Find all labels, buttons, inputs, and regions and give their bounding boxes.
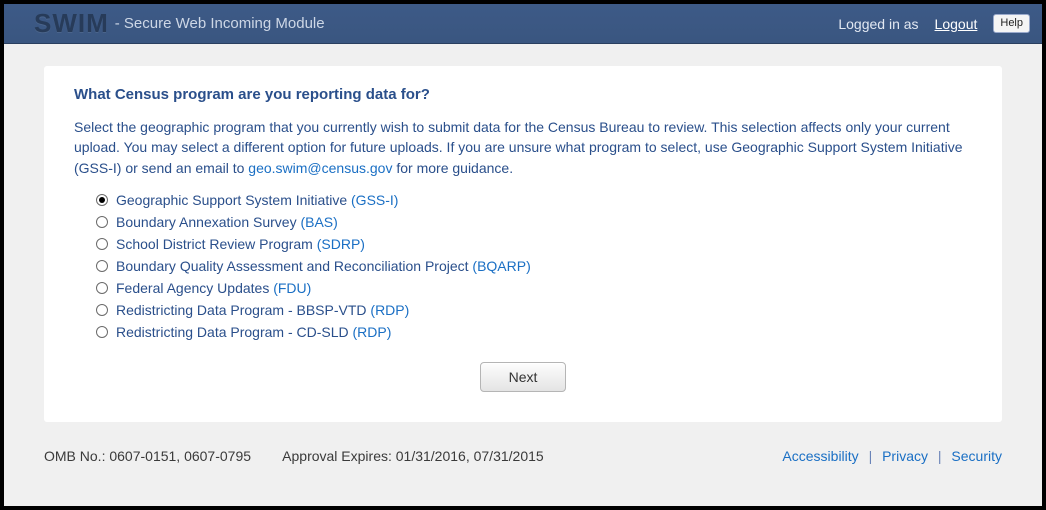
radio-icon[interactable] (96, 216, 108, 228)
footer-sep: | (869, 448, 873, 464)
footer-sep: | (938, 448, 942, 464)
radio-icon[interactable] (96, 260, 108, 272)
program-option-label: Geographic Support System Initiative (GS… (116, 192, 398, 208)
help-button[interactable]: Help (993, 14, 1030, 33)
main-card: What Census program are you reporting da… (44, 66, 1002, 422)
program-option[interactable]: Federal Agency Updates (FDU) (96, 280, 972, 296)
program-option[interactable]: Redistricting Data Program - BBSP-VTD (R… (96, 302, 972, 318)
intro-email-link[interactable]: geo.swim@census.gov (248, 160, 392, 176)
logged-in-label: Logged in as (838, 16, 918, 32)
approval-expires: Approval Expires: 01/31/2016, 07/31/2015 (282, 448, 544, 464)
program-option-label: Federal Agency Updates (FDU) (116, 280, 311, 296)
radio-icon[interactable] (96, 194, 108, 206)
program-option-label: Boundary Annexation Survey (BAS) (116, 214, 338, 230)
radio-icon[interactable] (96, 238, 108, 250)
radio-icon[interactable] (96, 326, 108, 338)
intro-pre: Select the geographic program that you c… (74, 119, 962, 176)
program-options: Geographic Support System Initiative (GS… (96, 192, 972, 340)
next-button[interactable]: Next (480, 362, 567, 392)
omb-number: OMB No.: 0607-0151, 0607-0795 (44, 448, 251, 464)
program-option[interactable]: Boundary Annexation Survey (BAS) (96, 214, 972, 230)
logout-link[interactable]: Logout (935, 16, 978, 32)
footer-link-security[interactable]: Security (951, 448, 1002, 464)
footer: OMB No.: 0607-0151, 0607-0795 Approval E… (44, 448, 1002, 464)
page-title: What Census program are you reporting da… (74, 86, 972, 103)
program-option-label: Boundary Quality Assessment and Reconcil… (116, 258, 531, 274)
program-option-label: School District Review Program (SDRP) (116, 236, 365, 252)
footer-link-accessibility[interactable]: Accessibility (782, 448, 858, 464)
program-option[interactable]: Redistricting Data Program - CD-SLD (RDP… (96, 324, 972, 340)
radio-icon[interactable] (96, 282, 108, 294)
footer-link-privacy[interactable]: Privacy (882, 448, 928, 464)
program-option[interactable]: School District Review Program (SDRP) (96, 236, 972, 252)
program-option[interactable]: Geographic Support System Initiative (GS… (96, 192, 972, 208)
program-option-label: Redistricting Data Program - BBSP-VTD (R… (116, 302, 409, 318)
intro-post: for more guidance. (392, 160, 513, 176)
program-option[interactable]: Boundary Quality Assessment and Reconcil… (96, 258, 972, 274)
app-subtitle: - Secure Web Incoming Module (115, 15, 325, 32)
app-logo: SWIM (34, 8, 109, 39)
radio-icon[interactable] (96, 304, 108, 316)
program-option-label: Redistricting Data Program - CD-SLD (RDP… (116, 324, 391, 340)
intro-text: Select the geographic program that you c… (74, 117, 972, 178)
app-header: SWIM - Secure Web Incoming Module Logged… (4, 4, 1042, 44)
